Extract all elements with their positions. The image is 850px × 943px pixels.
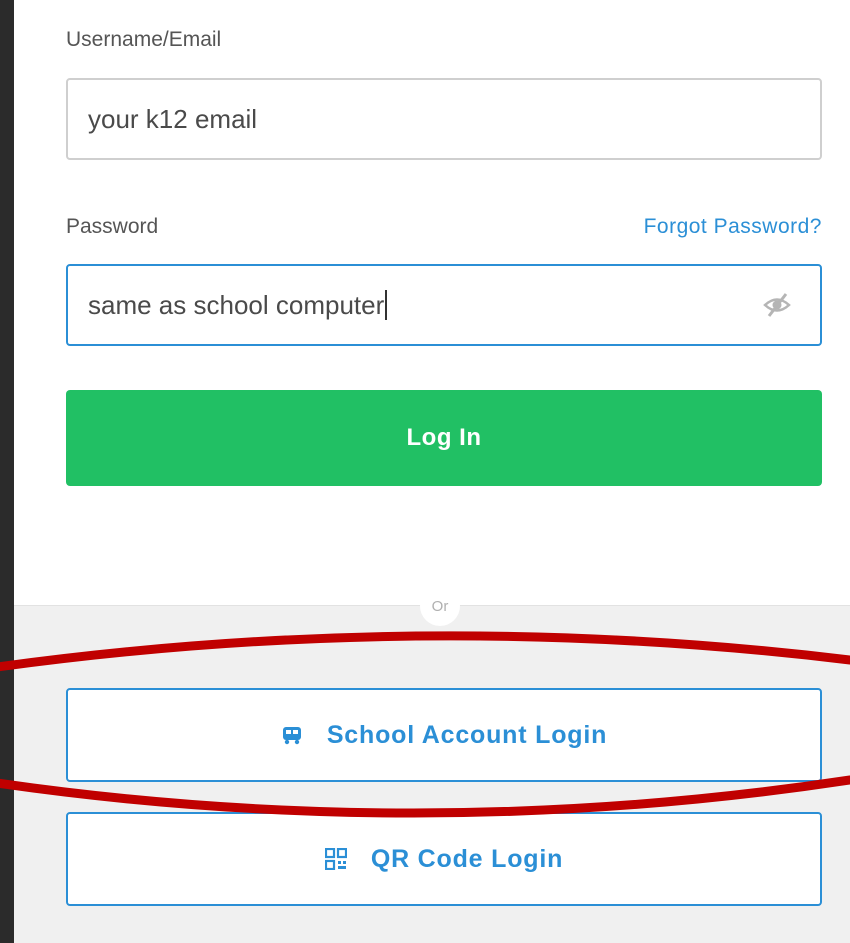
password-label: Password — [66, 215, 159, 238]
school-account-login-button[interactable]: School Account Login — [66, 688, 822, 782]
text-caret — [385, 290, 388, 320]
qr-code-login-label: QR Code Login — [370, 844, 564, 873]
login-button[interactable]: Log In — [66, 390, 822, 486]
bus-icon — [281, 724, 303, 746]
or-separator: Or — [420, 586, 460, 626]
username-label: Username/Email — [66, 28, 222, 51]
forgot-password-link[interactable]: Forgot Password? — [644, 215, 822, 239]
username-input[interactable]: your k12 email — [66, 78, 822, 160]
school-account-login-label: School Account Login — [326, 720, 608, 749]
login-panel: Username/Email your k12 email Password F… — [14, 0, 850, 943]
qr-code-login-button[interactable]: QR Code Login — [66, 812, 822, 906]
eye-slash-icon[interactable] — [762, 290, 792, 320]
password-value: same as school computer — [88, 289, 385, 320]
username-value: your k12 email — [88, 103, 258, 134]
password-input[interactable]: same as school computer — [66, 264, 822, 346]
qr-code-icon — [324, 847, 347, 871]
